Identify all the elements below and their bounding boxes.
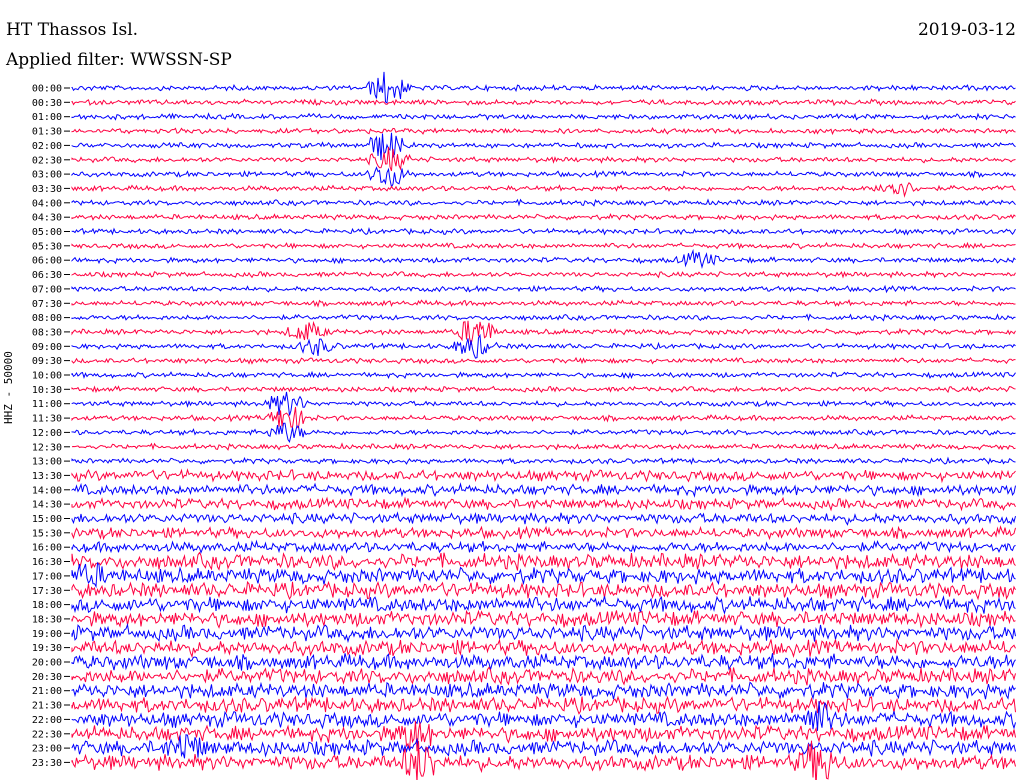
trace-0600 [71, 248, 1016, 269]
trace-1600 [71, 539, 1016, 554]
row-label: 21:30 [32, 701, 62, 712]
row-label: 01:30 [32, 127, 62, 138]
row-label: 15:00 [32, 514, 62, 525]
row-label: 10:30 [32, 385, 62, 396]
trace-1800 [71, 595, 1016, 615]
trace-1400 [71, 482, 1016, 498]
trace-1530 [71, 525, 1016, 541]
trace-0030 [71, 98, 1016, 107]
row-label: 09:00 [32, 342, 62, 353]
trace-0400 [71, 198, 1016, 207]
trace-1900 [71, 622, 1016, 644]
trace-2130 [71, 695, 1016, 715]
row-label: 20:30 [32, 672, 62, 683]
trace-2030 [71, 666, 1016, 686]
row-label: 13:00 [32, 457, 62, 468]
trace-0530 [71, 241, 1016, 250]
row-label: 22:30 [32, 729, 62, 740]
trace-0730 [71, 299, 1016, 308]
row-label: 16:30 [32, 557, 62, 568]
row-label: 08:30 [32, 327, 62, 338]
trace-0900 [71, 333, 1016, 359]
row-label: 23:00 [32, 744, 62, 755]
row-label: 03:30 [32, 184, 62, 195]
row-label: 08:00 [32, 313, 62, 324]
trace-0930 [71, 356, 1016, 365]
row-label: 13:30 [32, 471, 62, 482]
trace-1730 [71, 580, 1016, 601]
row-label: 06:30 [32, 270, 62, 281]
row-label: 15:30 [32, 528, 62, 539]
row-label: 01:00 [32, 112, 62, 123]
row-label: 00:00 [32, 84, 62, 95]
row-label: 17:30 [32, 586, 62, 597]
row-label: 17:00 [32, 571, 62, 582]
row-label: 14:30 [32, 500, 62, 511]
row-label: 03:00 [32, 170, 62, 181]
row-label: 04:00 [32, 198, 62, 209]
row-label: 12:00 [32, 428, 62, 439]
row-label: 02:00 [32, 141, 62, 152]
row-label: 16:00 [32, 543, 62, 554]
row-label: 04:30 [32, 213, 62, 224]
row-label: 20:00 [32, 658, 62, 669]
trace-1630 [71, 551, 1016, 571]
trace-1100 [71, 391, 1016, 416]
trace-0830 [71, 320, 1016, 345]
row-label: 02:30 [32, 155, 62, 166]
row-label: 12:30 [32, 442, 62, 453]
row-label: 05:30 [32, 241, 62, 252]
row-label: 18:00 [32, 600, 62, 611]
trace-0700 [71, 284, 1016, 294]
trace-1430 [71, 496, 1016, 512]
trace-1330 [71, 468, 1016, 484]
trace-1830 [71, 609, 1016, 629]
helicorder-plot: 00:00 00:30 01:00 01:30 02:00 02:30 03:00 03:30… [32, 71, 1016, 780]
trace-0800 [71, 313, 1016, 322]
trace-0430 [71, 212, 1016, 221]
trace-1300 [71, 456, 1016, 466]
trace-1030 [71, 385, 1016, 394]
trace-1200 [71, 422, 1016, 443]
trace-1000 [71, 370, 1016, 380]
trace-0000 [71, 71, 1016, 104]
row-label: 21:00 [32, 686, 62, 697]
trace-1130 [71, 406, 1016, 429]
row-label: 07:30 [32, 299, 62, 310]
trace-1500 [71, 511, 1016, 526]
row-label: 09:30 [32, 356, 62, 367]
row-label: 23:30 [32, 758, 62, 769]
row-label: 11:30 [32, 414, 62, 425]
trace-0630 [71, 270, 1016, 279]
trace-1230 [71, 442, 1016, 451]
trace-0130 [71, 126, 1016, 136]
trace-2100 [71, 680, 1016, 701]
trace-1700 [71, 561, 1016, 589]
trace-0500 [71, 226, 1016, 236]
row-label: 10:00 [32, 371, 62, 382]
row-label: 19:00 [32, 629, 62, 640]
trace-2000 [71, 653, 1016, 671]
row-label: 11:00 [32, 399, 62, 410]
row-label: 18:30 [32, 614, 62, 625]
trace-0230 [71, 146, 1016, 172]
row-label: 22:00 [32, 715, 62, 726]
trace-0330 [71, 181, 1016, 198]
trace-1930 [71, 637, 1016, 659]
trace-0300 [71, 166, 1016, 189]
trace-0100 [71, 112, 1016, 121]
row-label: 00:30 [32, 98, 62, 109]
row-label: 14:00 [32, 485, 62, 496]
row-label: 07:00 [32, 284, 62, 295]
row-label: 06:00 [32, 256, 62, 267]
row-label: 05:00 [32, 227, 62, 238]
trace-0200 [71, 132, 1016, 161]
row-label: 19:30 [32, 643, 62, 654]
